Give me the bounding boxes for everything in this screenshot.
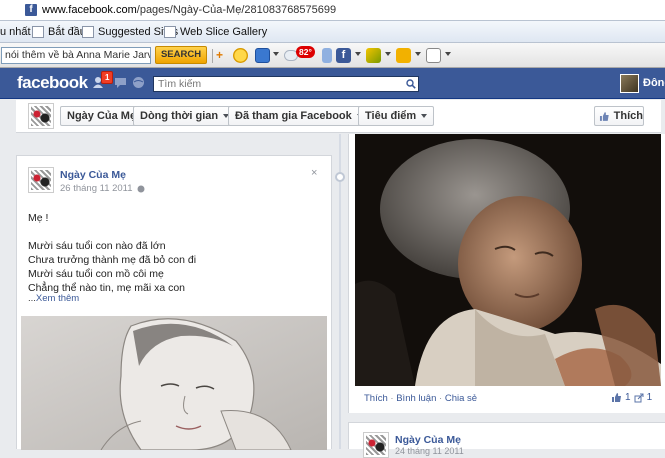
post-line: Chưa trưởng thành mẹ đã bỏ con đi <box>28 254 197 266</box>
chevron-down-icon[interactable] <box>385 52 391 56</box>
close-icon[interactable]: × <box>311 167 317 179</box>
highlights-dropdown[interactable]: Tiêu điểm <box>358 106 435 126</box>
chevron-down-icon <box>421 114 428 118</box>
favorites-bar: u nhất Bắt đầu Suggested Sites Web Slice… <box>0 21 665 43</box>
facebook-icon[interactable]: f <box>336 48 351 63</box>
weather-badge: 82° <box>296 46 315 58</box>
thumbs-up-icon <box>599 111 609 121</box>
post-line: Mười sáu tuổi con nào đã lớn <box>28 240 166 252</box>
post-author-name[interactable]: Ngày Của Mẹ <box>60 169 126 181</box>
page-thumbnail[interactable] <box>28 103 54 129</box>
toolbar-search-button[interactable]: SEARCH <box>155 46 207 64</box>
favorite-item[interactable]: Bắt đầu <box>32 25 86 39</box>
url-text[interactable]: www.facebook.com/pages/Ngày-Của-Mẹ/28108… <box>42 4 336 16</box>
toolbar-divider <box>212 49 213 63</box>
notes-icon[interactable] <box>366 48 381 63</box>
globe-icon <box>137 185 145 192</box>
post-line: Mười sáu tuổi con mồ côi mẹ <box>28 268 164 280</box>
see-more-link[interactable]: ...Xem thêm <box>28 293 79 304</box>
page-name-button[interactable]: Ngày Của Mẹ <box>60 106 144 126</box>
like-count[interactable]: 1 <box>625 392 631 403</box>
like-page-button[interactable]: Thích <box>594 106 644 126</box>
post-date[interactable]: 24 tháng 11 2011 <box>395 446 464 456</box>
mail-icon[interactable] <box>255 48 270 63</box>
sticker-icon[interactable] <box>396 48 411 63</box>
share-link[interactable]: Chia sẻ <box>445 393 477 404</box>
post-date[interactable]: 26 tháng 11 2011 <box>60 183 145 194</box>
page-icon <box>82 26 94 38</box>
chevron-down-icon[interactable] <box>355 52 361 56</box>
joined-facebook-dropdown[interactable]: Đã tham gia Facebook <box>228 106 370 126</box>
browser-toolbar: nói thêm về bà Anna Marie Jarvis SEARCH … <box>0 43 665 68</box>
facebook-favicon-icon: f <box>25 4 37 16</box>
page-icon <box>164 26 176 38</box>
post-author-name[interactable]: Ngày Của Mẹ <box>395 434 461 446</box>
chevron-down-icon[interactable] <box>415 52 421 56</box>
fb-search-input[interactable]: Tìm kiếm <box>153 76 419 92</box>
bookmark-icon[interactable] <box>322 48 332 63</box>
post-author-thumbnail[interactable] <box>363 432 389 458</box>
user-avatar[interactable] <box>620 74 639 93</box>
smiley-icon[interactable] <box>233 48 248 63</box>
post-actions: Thích · Bình luận · Chia sẻ <box>364 393 478 404</box>
form-icon[interactable] <box>426 48 441 63</box>
friend-requests-badge: 1 <box>101 71 114 84</box>
messages-icon[interactable] <box>114 76 127 89</box>
facebook-top-bar: facebook 1 Tìm kiếm Đông <box>0 68 665 99</box>
chevron-down-icon[interactable] <box>445 52 451 56</box>
like-link[interactable]: Thích <box>364 393 388 404</box>
share-icon <box>634 393 644 402</box>
search-icon[interactable] <box>406 79 416 89</box>
post-line: Mẹ ! <box>28 212 49 224</box>
timeline-post: Ngày Của Mẹ 24 tháng 11 2011 <box>348 422 665 458</box>
add-plus-icon[interactable]: + <box>216 49 223 61</box>
favorite-item[interactable]: u nhất <box>0 25 31 39</box>
post-author-thumbnail[interactable] <box>28 167 54 193</box>
toolbar-search-input[interactable]: nói thêm về bà Anna Marie Jarvis <box>1 47 151 64</box>
timeline-photo-post: Thích · Bình luận · Chia sẻ 1 1 <box>348 134 665 413</box>
sketch-image <box>21 316 327 450</box>
timeline-dot <box>335 172 345 182</box>
user-name[interactable]: Đông <box>643 77 665 89</box>
post-photo-sketch[interactable] <box>21 316 327 450</box>
notifications-globe-icon[interactable] <box>132 76 145 89</box>
post-text: Mẹ ! Mười sáu tuổi con nào đã lớn Chưa t… <box>28 211 196 295</box>
address-bar[interactable]: f www.facebook.com/pages/Ngày-Của-Mẹ/281… <box>0 0 665 21</box>
timeline-post: Ngày Của Mẹ 26 tháng 11 2011 × Mẹ ! Mười… <box>16 155 332 450</box>
post-stats: 1 1 <box>611 392 652 403</box>
page-icon <box>32 26 44 38</box>
post-photo-elderly-woman[interactable] <box>355 134 661 386</box>
photo-image <box>355 134 661 386</box>
post-line <box>28 225 196 239</box>
facebook-logo[interactable]: facebook <box>17 73 88 93</box>
comment-link[interactable]: Bình luận <box>396 393 436 404</box>
favorite-item[interactable]: Web Slice Gallery <box>164 25 267 39</box>
chevron-down-icon[interactable] <box>273 52 279 56</box>
share-count[interactable]: 1 <box>647 392 653 403</box>
timeline-dropdown[interactable]: Dòng thời gian <box>133 106 237 126</box>
thumbs-up-icon <box>612 393 621 402</box>
